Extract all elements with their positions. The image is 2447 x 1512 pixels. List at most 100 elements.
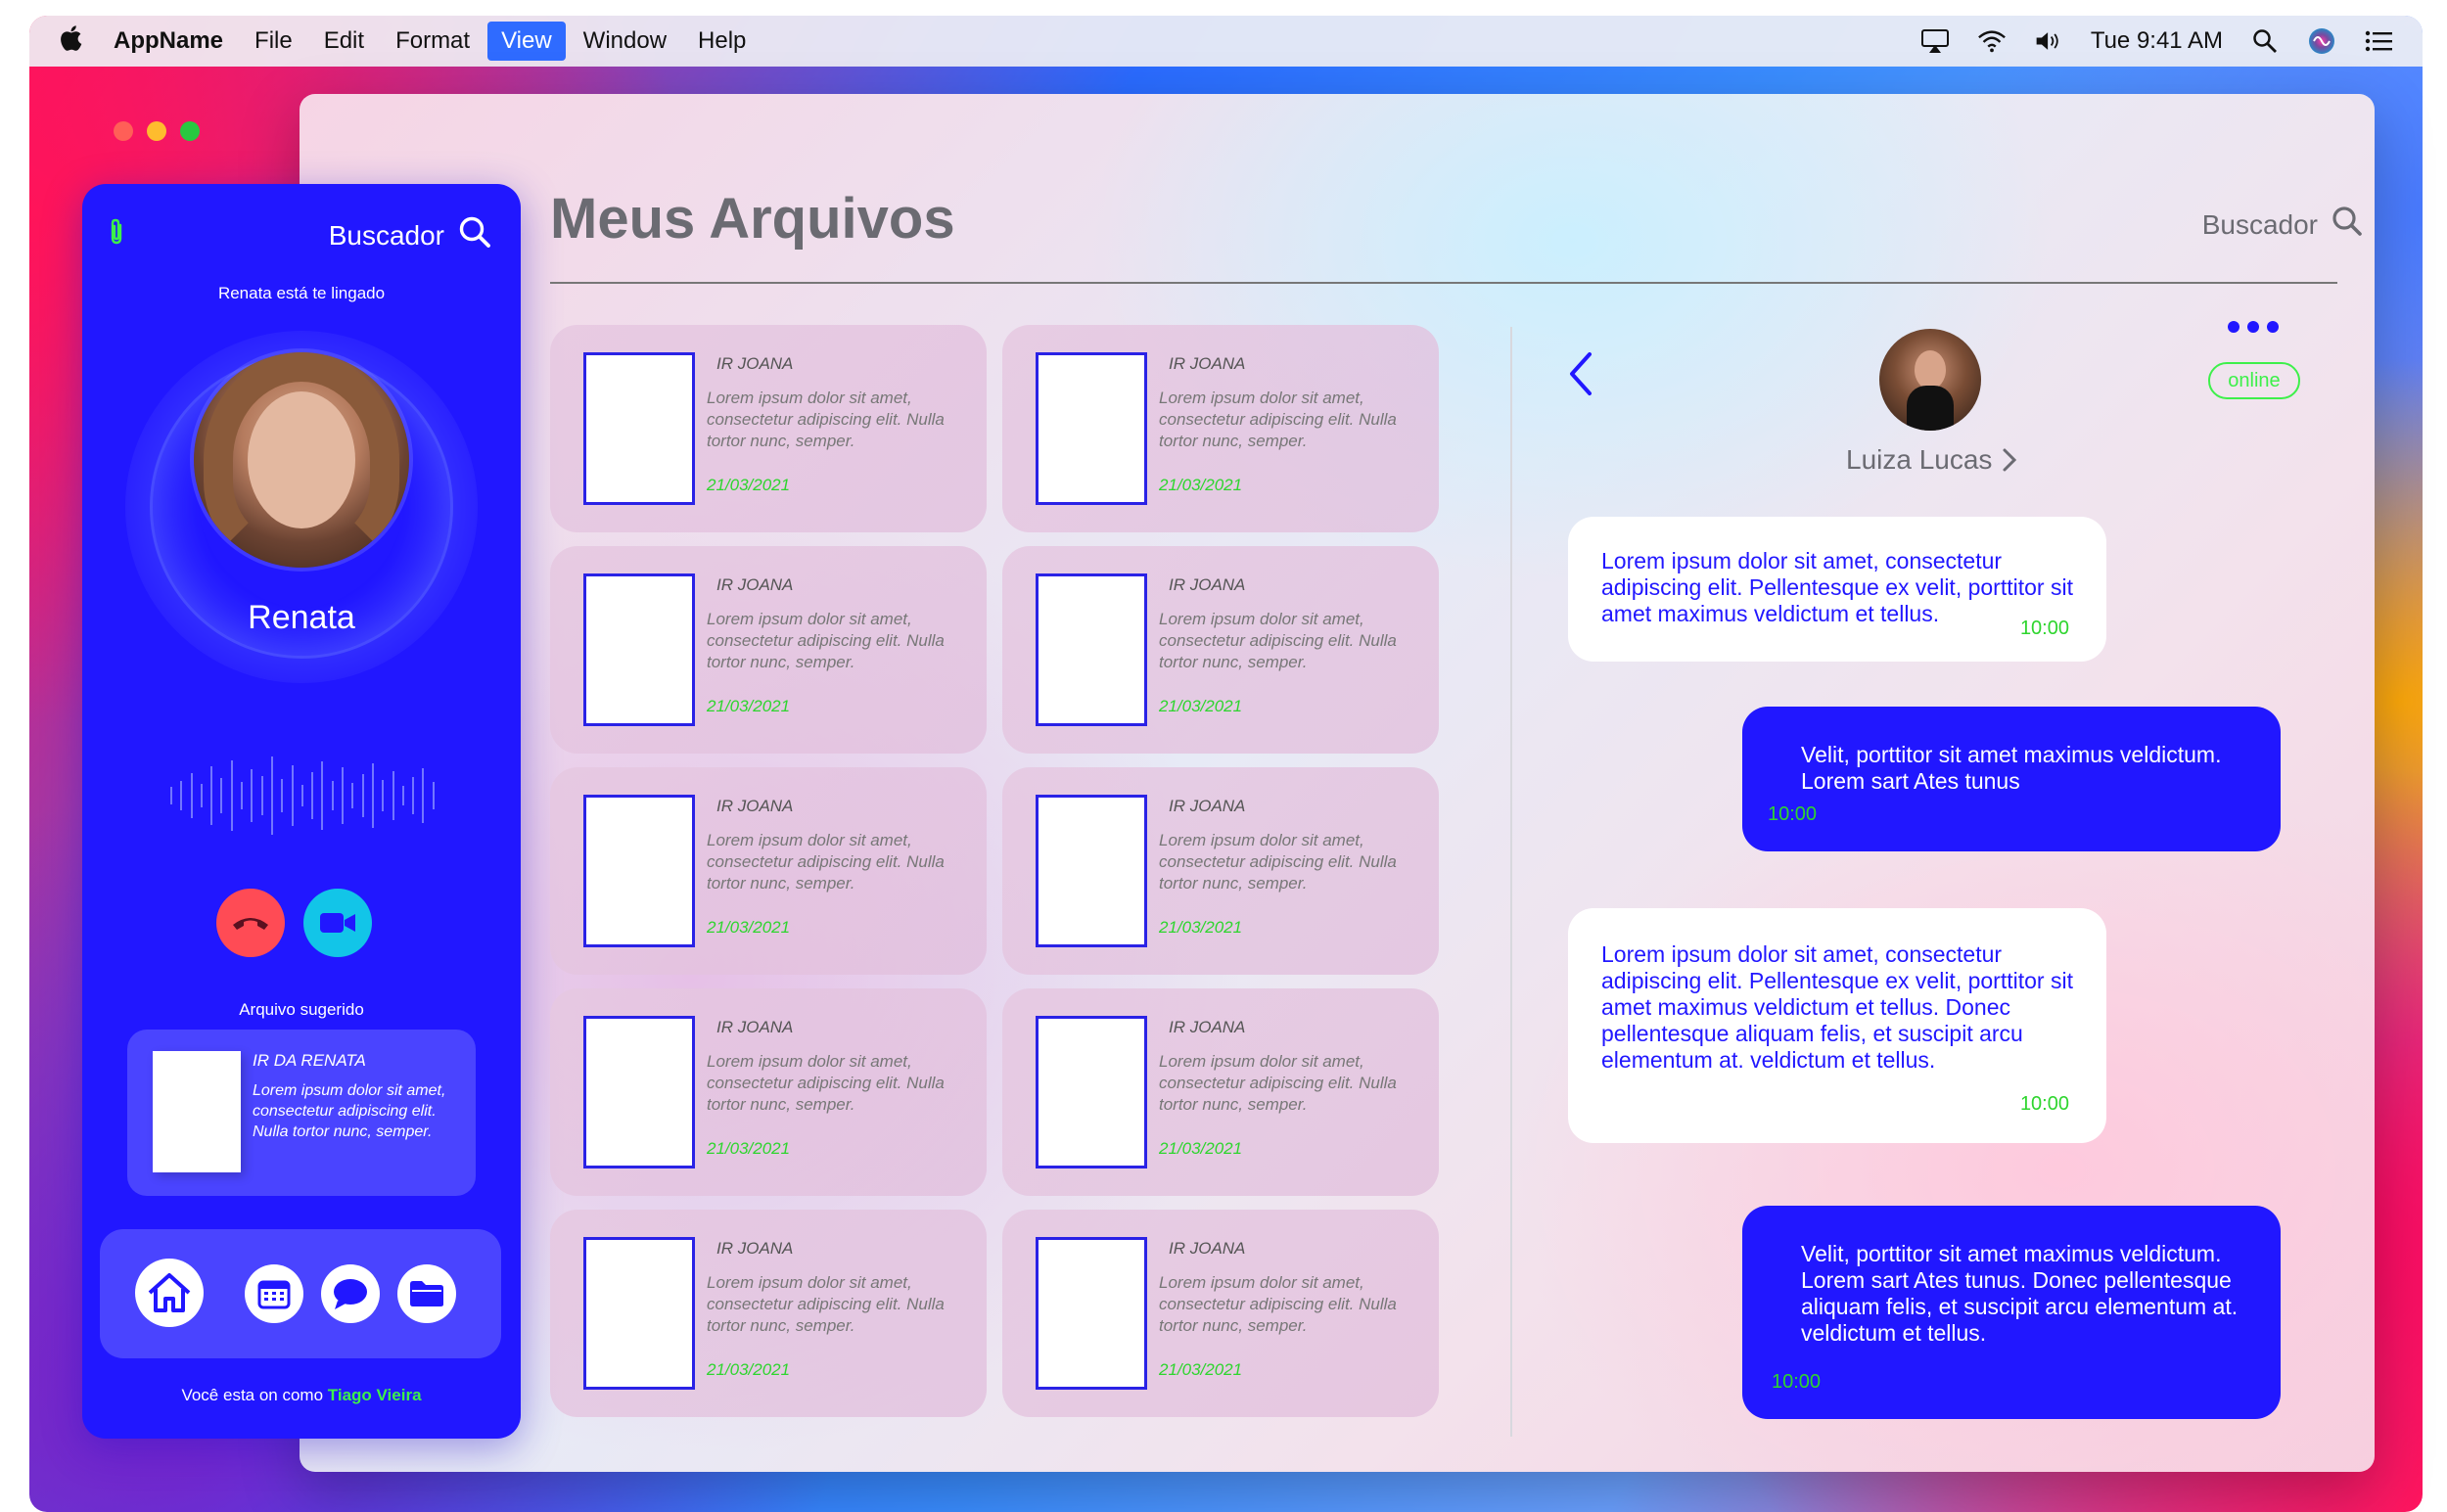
contact-avatar[interactable] — [1879, 329, 1981, 431]
hang-up-button[interactable] — [216, 889, 285, 957]
message-text: Lorem ipsum dolor sit amet, consectetur … — [1601, 548, 2073, 626]
waveform-bar — [432, 782, 435, 809]
menu-format[interactable]: Format — [395, 22, 470, 61]
file-title: IR JOANA — [1169, 797, 1246, 815]
file-description: Lorem ipsum dolor sit amet, consectetur … — [1159, 389, 1397, 450]
window-zoom-button[interactable] — [180, 121, 200, 141]
file-title: IR JOANA — [1169, 1018, 1246, 1036]
chat-message-outgoing: Velit, porttitor sit amet maximus veldic… — [1742, 1206, 2281, 1419]
chat-message-incoming: Lorem ipsum dolor sit amet, consectetur … — [1568, 517, 2106, 662]
file-date: 21/03/2021 — [707, 697, 791, 715]
file-card[interactable]: IR JOANA Lorem ipsum dolor sit amet, cons… — [550, 546, 987, 754]
waveform-bar — [220, 778, 223, 813]
file-card[interactable]: IR JOANA Lorem ipsum dolor sit amet, cons… — [1002, 1210, 1439, 1417]
waveform-bar — [311, 772, 314, 819]
document-thumbnail — [1036, 352, 1147, 505]
waveform-bar — [291, 765, 294, 826]
menu-window[interactable]: Window — [583, 22, 667, 61]
spotlight-search-icon[interactable] — [2250, 26, 2280, 56]
call-search[interactable]: Buscador — [329, 215, 491, 255]
waveform-bar — [241, 782, 244, 809]
file-card[interactable]: IR JOANA Lorem ipsum dolor sit amet, cons… — [1002, 767, 1439, 975]
siri-icon[interactable] — [2307, 26, 2336, 56]
file-date: 21/03/2021 — [1159, 1139, 1243, 1158]
files-search-label: Buscador — [2201, 208, 2318, 240]
apple-icon[interactable] — [59, 24, 82, 59]
waveform-bar — [190, 773, 193, 818]
footer-username[interactable]: Tiago Vieira — [328, 1386, 422, 1404]
waveform-bar — [412, 777, 415, 814]
waveform-bar — [382, 780, 385, 811]
file-description: Lorem ipsum dolor sit amet, consectetur … — [707, 831, 945, 893]
caller-avatar — [194, 352, 409, 568]
caller-name: Renata — [248, 599, 355, 636]
file-title: IR JOANA — [716, 1018, 794, 1036]
document-thumbnail — [583, 352, 695, 505]
nav-files-button[interactable] — [397, 1264, 456, 1323]
menu-file[interactable]: File — [254, 22, 293, 61]
bottom-nav — [100, 1229, 501, 1358]
waveform-bar — [251, 769, 254, 822]
file-description: Lorem ipsum dolor sit amet, consectetur … — [707, 1052, 945, 1114]
waveform-bar — [230, 760, 233, 831]
call-panel: Buscador Renata está te lingado Renata A… — [82, 184, 521, 1439]
control-center-icon[interactable] — [2364, 26, 2393, 56]
waveform-bar — [401, 786, 404, 805]
more-options-icon[interactable] — [2228, 321, 2279, 333]
file-title: IR JOANA — [716, 1239, 794, 1258]
nav-chat-button[interactable] — [321, 1264, 380, 1323]
message-time: 10:00 — [2019, 1093, 2069, 1115]
file-title: IR JOANA — [716, 575, 794, 594]
file-card[interactable]: IR JOANA Lorem ipsum dolor sit amet, cons… — [1002, 988, 1439, 1196]
menu-view[interactable]: View — [487, 22, 566, 61]
message-text: Velit, porttitor sit amet maximus veldic… — [1801, 742, 2222, 794]
logged-in-footer: Você esta on como Tiago Vieira — [82, 1386, 521, 1405]
waveform-bar — [371, 763, 374, 828]
file-card[interactable]: IR JOANA Lorem ipsum dolor sit amet, cons… — [550, 325, 987, 532]
file-description: Lorem ipsum dolor sit amet, consectetur … — [707, 610, 945, 671]
waveform-bar — [210, 766, 213, 825]
document-thumbnail — [1036, 795, 1147, 947]
wifi-icon[interactable] — [1977, 26, 2007, 56]
file-card[interactable]: IR JOANA Lorem ipsum dolor sit amet, cons… — [1002, 546, 1439, 754]
file-card[interactable]: IR JOANA Lorem ipsum dolor sit amet, cons… — [550, 1210, 987, 1417]
paperclip-icon[interactable] — [106, 217, 127, 252]
file-card[interactable]: IR JOANA Lorem ipsum dolor sit amet, cons… — [550, 988, 987, 1196]
chat-back-button[interactable] — [1566, 350, 1595, 402]
window-minimize-button[interactable] — [147, 121, 166, 141]
waveform-bar — [180, 781, 183, 810]
file-card[interactable]: IR JOANA Lorem ipsum dolor sit amet, cons… — [550, 767, 987, 975]
document-thumbnail — [1036, 1016, 1147, 1168]
file-date: 21/03/2021 — [1159, 918, 1243, 937]
menu-app-name[interactable]: AppName — [114, 22, 223, 61]
file-date: 21/03/2021 — [1159, 697, 1243, 715]
file-description: Lorem ipsum dolor sit amet, consectetur … — [1159, 831, 1397, 893]
nav-home-button[interactable] — [135, 1259, 204, 1327]
file-date: 21/03/2021 — [1159, 1360, 1243, 1379]
menu-edit[interactable]: Edit — [324, 22, 364, 61]
document-thumbnail — [153, 1051, 241, 1172]
suggested-file-name: IR DA RENATA — [253, 1051, 366, 1070]
waveform-bar — [392, 771, 394, 820]
waveform-bar — [300, 785, 303, 806]
waveform-bar — [270, 756, 273, 835]
contact-name-link[interactable]: Luiza Lucas — [1846, 444, 2017, 476]
waveform-bar — [281, 779, 284, 812]
airplay-icon[interactable] — [1920, 26, 1950, 56]
header-divider — [550, 282, 2337, 284]
chat-bubble-icon — [334, 1279, 367, 1309]
suggested-file-card[interactable]: IR DA RENATA Lorem ipsum dolor sit amet,… — [127, 1030, 476, 1196]
calendar-icon — [257, 1280, 291, 1309]
waveform-bar — [331, 781, 334, 810]
file-title: IR JOANA — [716, 797, 794, 815]
column-divider — [1510, 327, 1512, 1437]
window-close-button[interactable] — [114, 121, 133, 141]
nav-calendar-button[interactable] — [245, 1264, 303, 1323]
menu-clock[interactable]: Tue 9:41 AM — [2091, 27, 2223, 55]
files-search[interactable]: Buscador — [2202, 206, 2363, 244]
video-call-button[interactable] — [303, 889, 372, 957]
volume-icon[interactable] — [2034, 26, 2063, 56]
file-card[interactable]: IR JOANA Lorem ipsum dolor sit amet, cons… — [1002, 325, 1439, 532]
menu-help[interactable]: Help — [698, 22, 746, 61]
file-date: 21/03/2021 — [1159, 476, 1243, 494]
